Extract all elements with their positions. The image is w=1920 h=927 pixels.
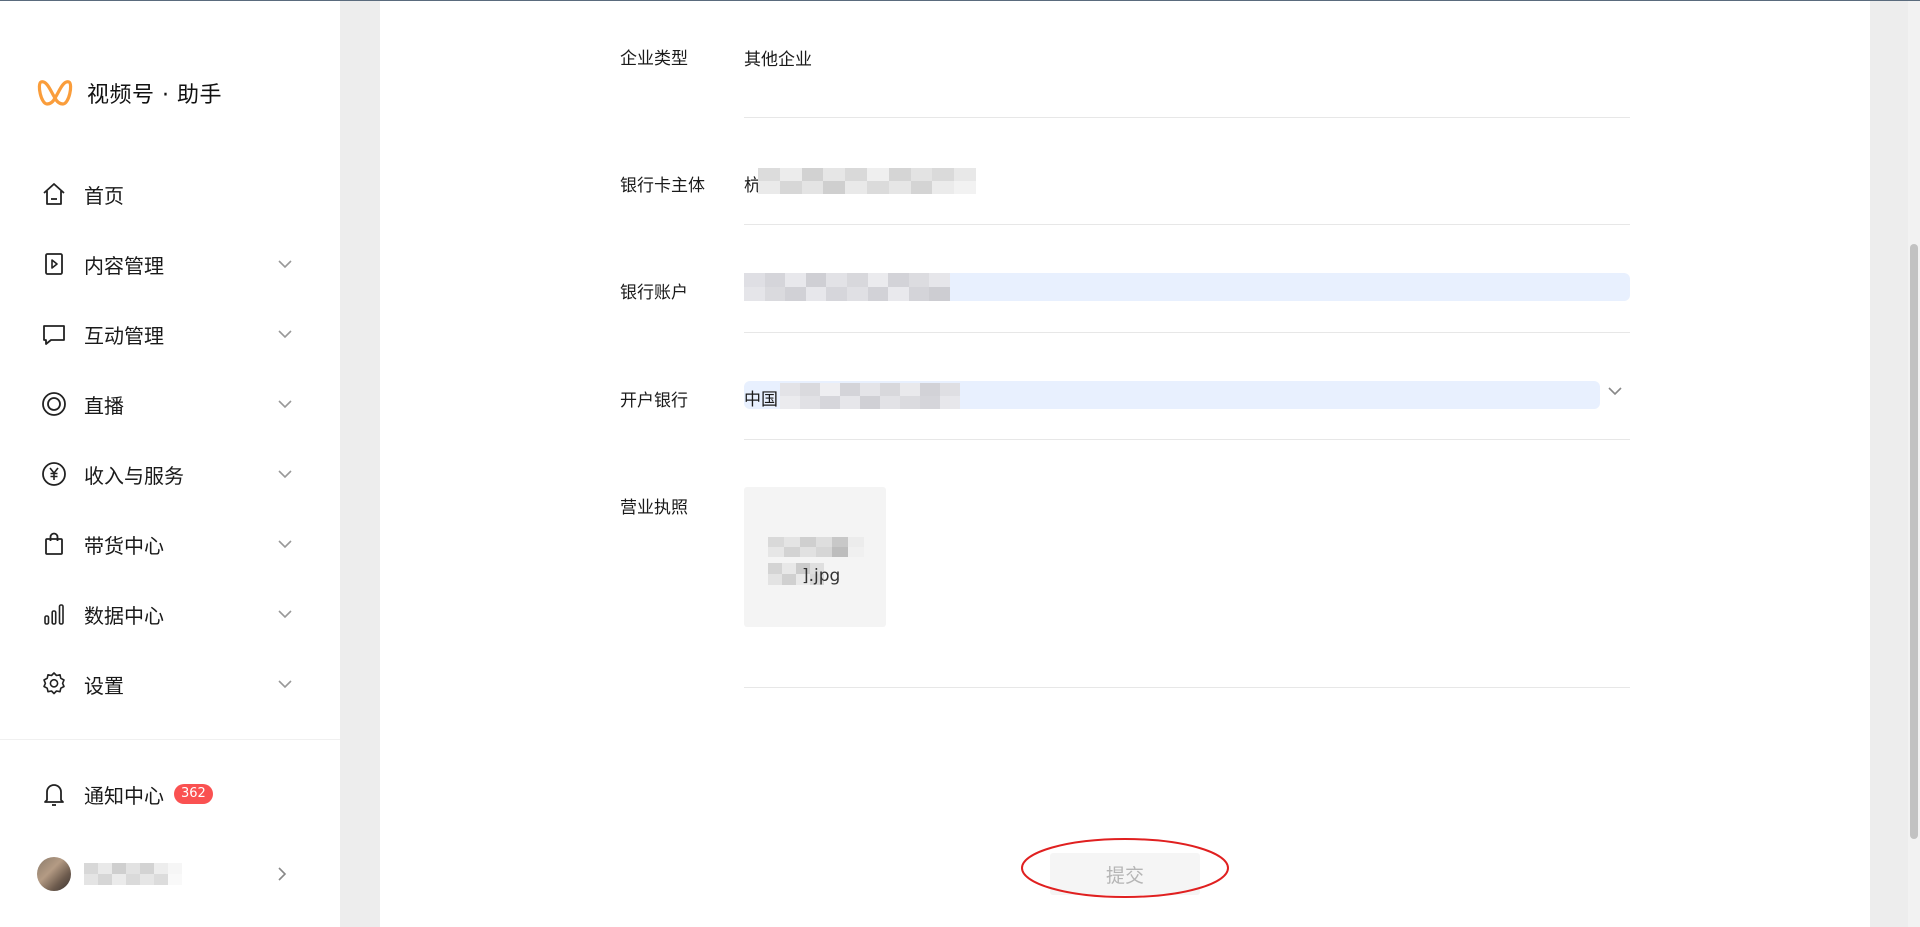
account-switcher[interactable]	[0, 851, 340, 897]
bar-chart-icon	[40, 600, 68, 628]
sidebar-item-label: 设置	[84, 673, 124, 698]
business-license-upload[interactable]: ].jpg	[744, 487, 886, 627]
chevron-down-icon	[278, 540, 292, 549]
business-license-label: 营业执照	[620, 498, 688, 518]
chevron-down-icon	[278, 400, 292, 409]
bank-info-form: 企业类型 其他企业 银行卡主体 杭 银行账户 开户银行 中国 营业执照 ].jp…	[380, 1, 1870, 927]
comment-icon	[40, 320, 68, 348]
chevron-right-icon	[278, 867, 287, 881]
sidebar-item-label: 首页	[84, 183, 124, 208]
file-name-suffix: ].jpg	[802, 566, 841, 586]
submit-button[interactable]: 提交	[1050, 853, 1200, 895]
sidebar-item-income[interactable]: 收入与服务	[0, 439, 340, 509]
chevron-down-icon	[278, 330, 292, 339]
card-holder-label: 银行卡主体	[620, 176, 705, 196]
channels-logo-icon	[37, 80, 73, 106]
video-file-icon	[40, 250, 68, 278]
row-divider	[744, 224, 1630, 225]
live-icon	[40, 390, 68, 418]
chevron-down-icon[interactable]	[1606, 382, 1624, 400]
gear-icon	[40, 670, 68, 698]
bank-name-value-prefix: 中国	[744, 390, 778, 410]
chevron-down-icon	[278, 470, 292, 479]
brand[interactable]: 视频号 · 助手	[37, 76, 222, 110]
sidebar-item-label: 内容管理	[84, 253, 164, 278]
sidebar-item-settings[interactable]: 设置	[0, 649, 340, 719]
sidebar-item-label: 互动管理	[84, 323, 164, 348]
chevron-down-icon	[278, 260, 292, 269]
row-divider	[744, 687, 1630, 688]
scrollbar-thumb[interactable]	[1910, 244, 1918, 839]
sidebar: 视频号 · 助手 首页 内容管理 互动管理 直播 收入与服务 带货中心 数据中心…	[0, 1, 340, 927]
sidebar-item-live[interactable]: 直播	[0, 369, 340, 439]
brand-name: 视频号 · 助手	[87, 83, 222, 108]
bank-name-redacted	[780, 383, 960, 409]
home-icon	[40, 180, 68, 208]
sidebar-item-commerce[interactable]: 带货中心	[0, 509, 340, 579]
sidebar-item-label: 收入与服务	[84, 463, 184, 488]
chevron-down-icon	[278, 680, 292, 689]
account-name-redacted	[84, 863, 182, 885]
sidebar-item-label: 带货中心	[84, 533, 164, 558]
bell-icon	[40, 780, 68, 808]
sidebar-item-home[interactable]: 首页	[0, 159, 340, 229]
submit-area: 提交	[1020, 837, 1230, 899]
avatar	[37, 857, 71, 891]
row-divider	[744, 332, 1630, 333]
row-divider	[744, 117, 1630, 118]
bank-account-redacted	[744, 273, 950, 301]
sidebar-item-label: 通知中心	[84, 783, 164, 808]
sidebar-item-interaction[interactable]: 互动管理	[0, 299, 340, 369]
sidebar-divider	[0, 739, 340, 740]
sidebar-item-label: 数据中心	[84, 603, 164, 628]
yuan-icon	[40, 460, 68, 488]
notification-count-badge: 362	[174, 784, 213, 804]
bank-account-label: 银行账户	[620, 283, 688, 303]
row-divider	[744, 439, 1630, 440]
enterprise-type-value: 其他企业	[744, 50, 812, 70]
shopping-bag-icon	[40, 530, 68, 558]
bank-name-label: 开户银行	[620, 391, 688, 411]
sidebar-item-label: 直播	[84, 393, 124, 418]
chevron-down-icon	[278, 610, 292, 619]
sidebar-item-data[interactable]: 数据中心	[0, 579, 340, 649]
sidebar-item-notifications[interactable]: 通知中心 362	[0, 759, 340, 829]
card-holder-redacted	[758, 168, 976, 194]
sidebar-item-content[interactable]: 内容管理	[0, 229, 340, 299]
file-name-redacted	[768, 537, 864, 557]
sidebar-nav: 首页 内容管理 互动管理 直播 收入与服务 带货中心 数据中心 设置	[0, 159, 340, 719]
enterprise-type-label: 企业类型	[620, 49, 688, 69]
